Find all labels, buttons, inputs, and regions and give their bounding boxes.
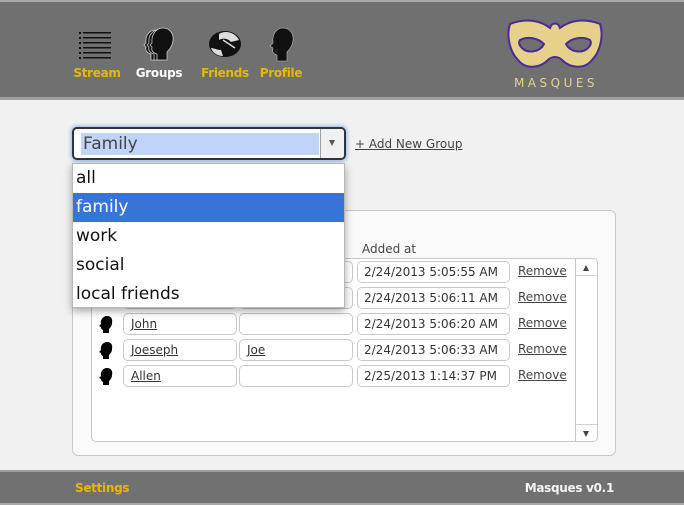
column-header-added-at: Added at: [362, 242, 417, 256]
nav-stream[interactable]: Stream: [62, 26, 132, 80]
member-nickname-field[interactable]: [239, 365, 353, 387]
members-list-scrollbar[interactable]: [575, 259, 597, 441]
member-added-at-field: 2/24/2013 5:05:55 AM: [357, 261, 510, 283]
head-silhouette-icon: [269, 27, 294, 62]
member-name-field[interactable]: Allen: [123, 365, 237, 387]
member-added-at-field: 2/25/2013 1:14:37 PM: [357, 365, 510, 387]
table-row: John 2/24/2013 5:06:20 AM Remove: [96, 313, 567, 335]
remove-member-link[interactable]: Remove: [518, 264, 567, 278]
triangle-up-icon: [583, 265, 589, 271]
group-select[interactable]: Family: [72, 127, 346, 160]
remove-member-link[interactable]: Remove: [518, 368, 567, 382]
member-nickname-field[interactable]: [239, 313, 353, 335]
settings-link[interactable]: Settings: [75, 481, 130, 495]
chevron-down-icon: [329, 140, 335, 146]
scroll-down-button[interactable]: [576, 424, 597, 441]
group-option-family[interactable]: family: [73, 193, 344, 222]
app-version: Masques v0.1: [524, 481, 615, 495]
nav-stream-label: Stream: [73, 66, 121, 80]
head-silhouette-icon: [99, 368, 113, 385]
triangle-down-icon: [583, 431, 589, 437]
remove-member-link[interactable]: Remove: [518, 342, 567, 356]
member-name-field[interactable]: John: [123, 313, 237, 335]
member-added-at-field: 2/24/2013 5:06:11 AM: [357, 287, 510, 309]
list-icon: [79, 32, 111, 59]
table-row: Joeseph Joe 2/24/2013 5:06:33 AM Remove: [96, 339, 567, 361]
nav-groups[interactable]: Groups: [124, 26, 194, 80]
add-new-group-link[interactable]: + Add New Group: [355, 137, 462, 151]
group-select-toggle[interactable]: [320, 129, 344, 158]
remove-member-link[interactable]: Remove: [518, 316, 567, 330]
nav-profile-label: Profile: [259, 66, 303, 80]
remove-member-link[interactable]: Remove: [518, 290, 567, 304]
group-option-local-friends[interactable]: local friends: [73, 280, 344, 309]
app-footer: Settings Masques v0.1: [0, 470, 684, 505]
scroll-up-button[interactable]: [576, 259, 597, 276]
group-select-dropdown: all family work social local friends: [72, 163, 345, 308]
group-select-value: Family: [81, 133, 319, 155]
table-row: Allen 2/25/2013 1:14:37 PM Remove: [96, 365, 567, 387]
app-header: Stream Groups Friends Profile MASQUES: [0, 0, 684, 100]
nav-groups-label: Groups: [135, 66, 183, 80]
member-name-field[interactable]: Joeseph: [123, 339, 237, 361]
head-silhouette-icon: [99, 316, 113, 333]
member-added-at-field: 2/24/2013 5:06:20 AM: [357, 313, 510, 335]
group-option-social[interactable]: social: [73, 251, 344, 280]
group-option-work[interactable]: work: [73, 222, 344, 251]
member-nickname-field[interactable]: Joe: [239, 339, 353, 361]
nav-profile[interactable]: Profile: [246, 26, 316, 80]
member-added-at-field: 2/24/2013 5:06:33 AM: [357, 339, 510, 361]
group-option-all[interactable]: all: [73, 164, 344, 193]
handshake-icon: [209, 31, 241, 57]
logo-text: MASQUES: [513, 76, 599, 90]
head-silhouette-icon: [99, 342, 113, 359]
group-heads-icon: [143, 27, 174, 61]
